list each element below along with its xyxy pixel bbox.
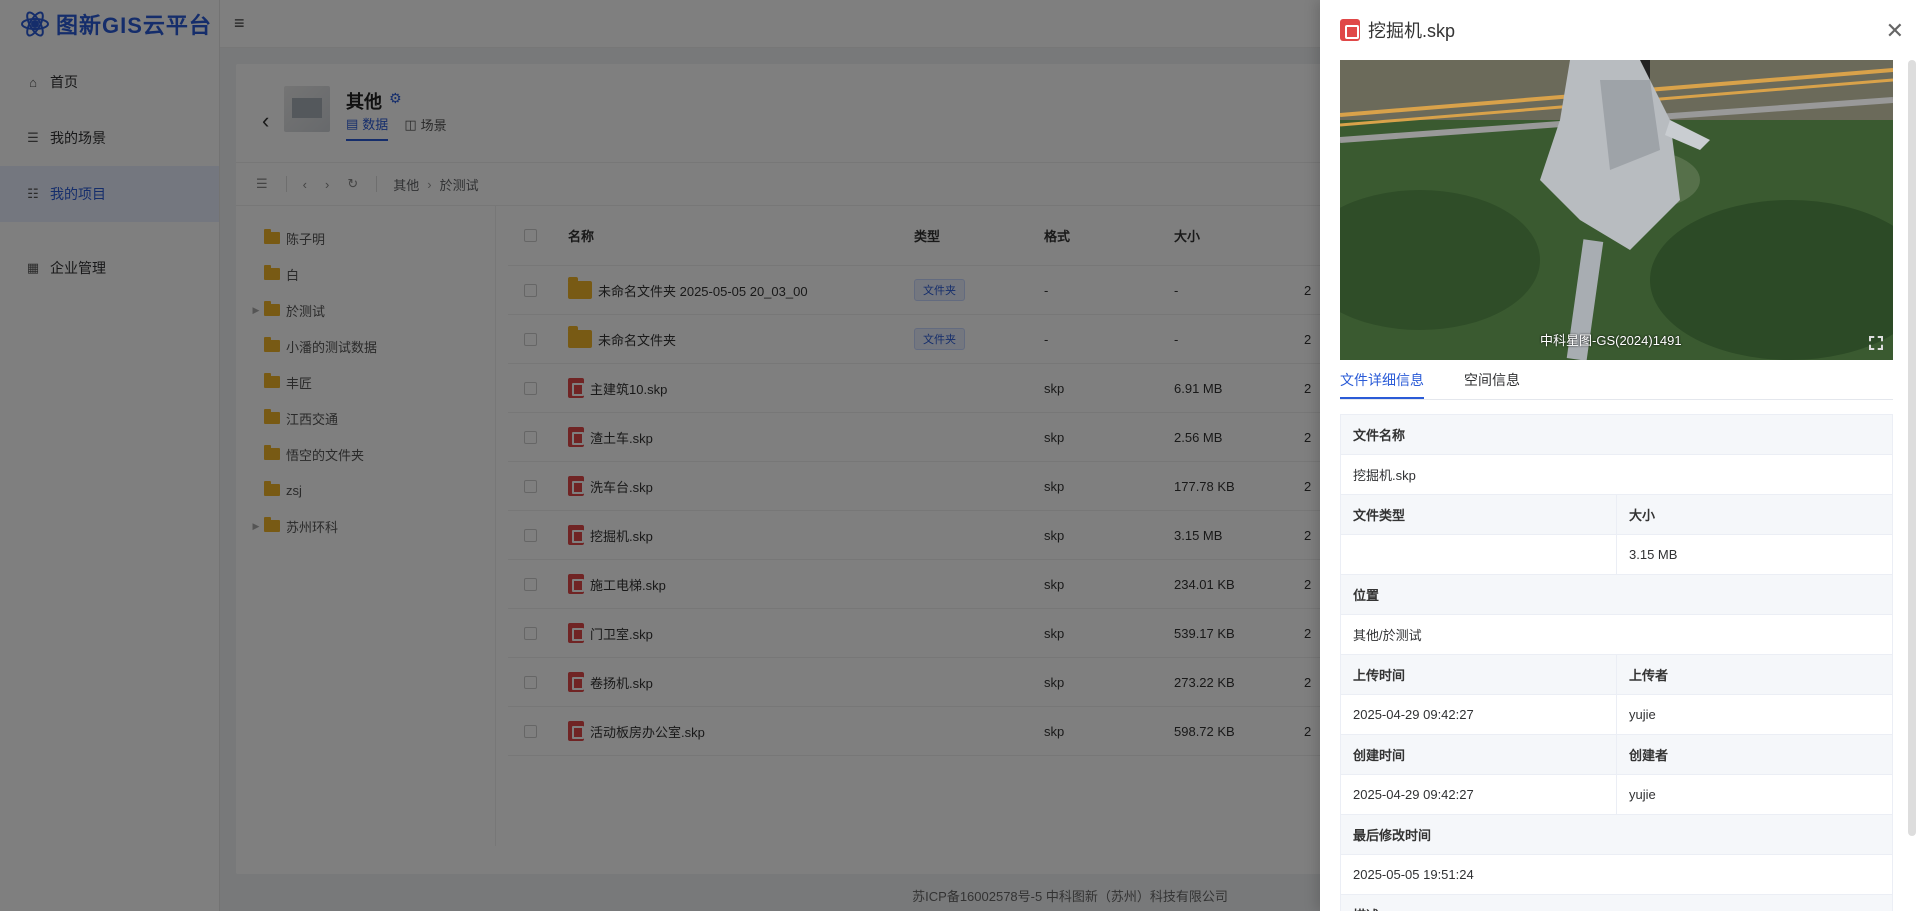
location-label: 位置: [1341, 575, 1892, 614]
file-info-table: 文件名称 挖掘机.skp 文件类型 大小 3.15 MB 位置 其他/於测试 上…: [1340, 414, 1893, 911]
size-value: 3.15 MB: [1616, 535, 1892, 574]
skp-file-icon: [1340, 19, 1360, 41]
modified-time-value: 2025-05-05 19:51:24: [1353, 867, 1474, 882]
drawer-tabs: 文件详细信息 空间信息: [1340, 360, 1893, 400]
upload-time-label: 上传时间: [1341, 655, 1616, 694]
location-value: 其他/於测试: [1353, 628, 1422, 643]
drawer-scrollbar[interactable]: [1908, 60, 1916, 836]
create-time-label: 创建时间: [1341, 735, 1616, 774]
file-name-label: 文件名称: [1341, 415, 1892, 454]
drawer-header: 挖掘机.skp: [1320, 0, 1920, 60]
description-label: 描述: [1341, 895, 1892, 911]
upload-time-value: 2025-04-29 09:42:27: [1353, 707, 1474, 722]
map-watermark: 中科星图-GS(2024)1491: [1540, 333, 1682, 348]
close-icon[interactable]: ✕: [1886, 18, 1904, 44]
file-type-label: 文件类型: [1341, 495, 1616, 534]
modal-overlay[interactable]: [0, 0, 1320, 911]
satellite-preview-image: [1340, 60, 1893, 360]
file-detail-drawer: 挖掘机.skp ✕ 中科星图-GS(2024)1491 文件详细信息 空间信息 …: [1320, 0, 1920, 911]
file-type-value: [1341, 535, 1616, 574]
fullscreen-icon[interactable]: [1869, 336, 1883, 350]
tab-spatial-info[interactable]: 空间信息: [1464, 360, 1520, 399]
create-time-value: 2025-04-29 09:42:27: [1353, 787, 1474, 802]
size-label: 大小: [1616, 495, 1892, 534]
model-preview[interactable]: 中科星图-GS(2024)1491: [1340, 60, 1893, 360]
drawer-title: 挖掘机.skp: [1368, 21, 1456, 41]
creator-label: 创建者: [1616, 735, 1892, 774]
uploader-value: yujie: [1616, 695, 1892, 734]
modified-time-label: 最后修改时间: [1341, 815, 1892, 854]
creator-value: yujie: [1616, 775, 1892, 814]
uploader-label: 上传者: [1616, 655, 1892, 694]
tab-file-details[interactable]: 文件详细信息: [1340, 360, 1424, 399]
file-name-value: 挖掘机.skp: [1353, 468, 1416, 483]
